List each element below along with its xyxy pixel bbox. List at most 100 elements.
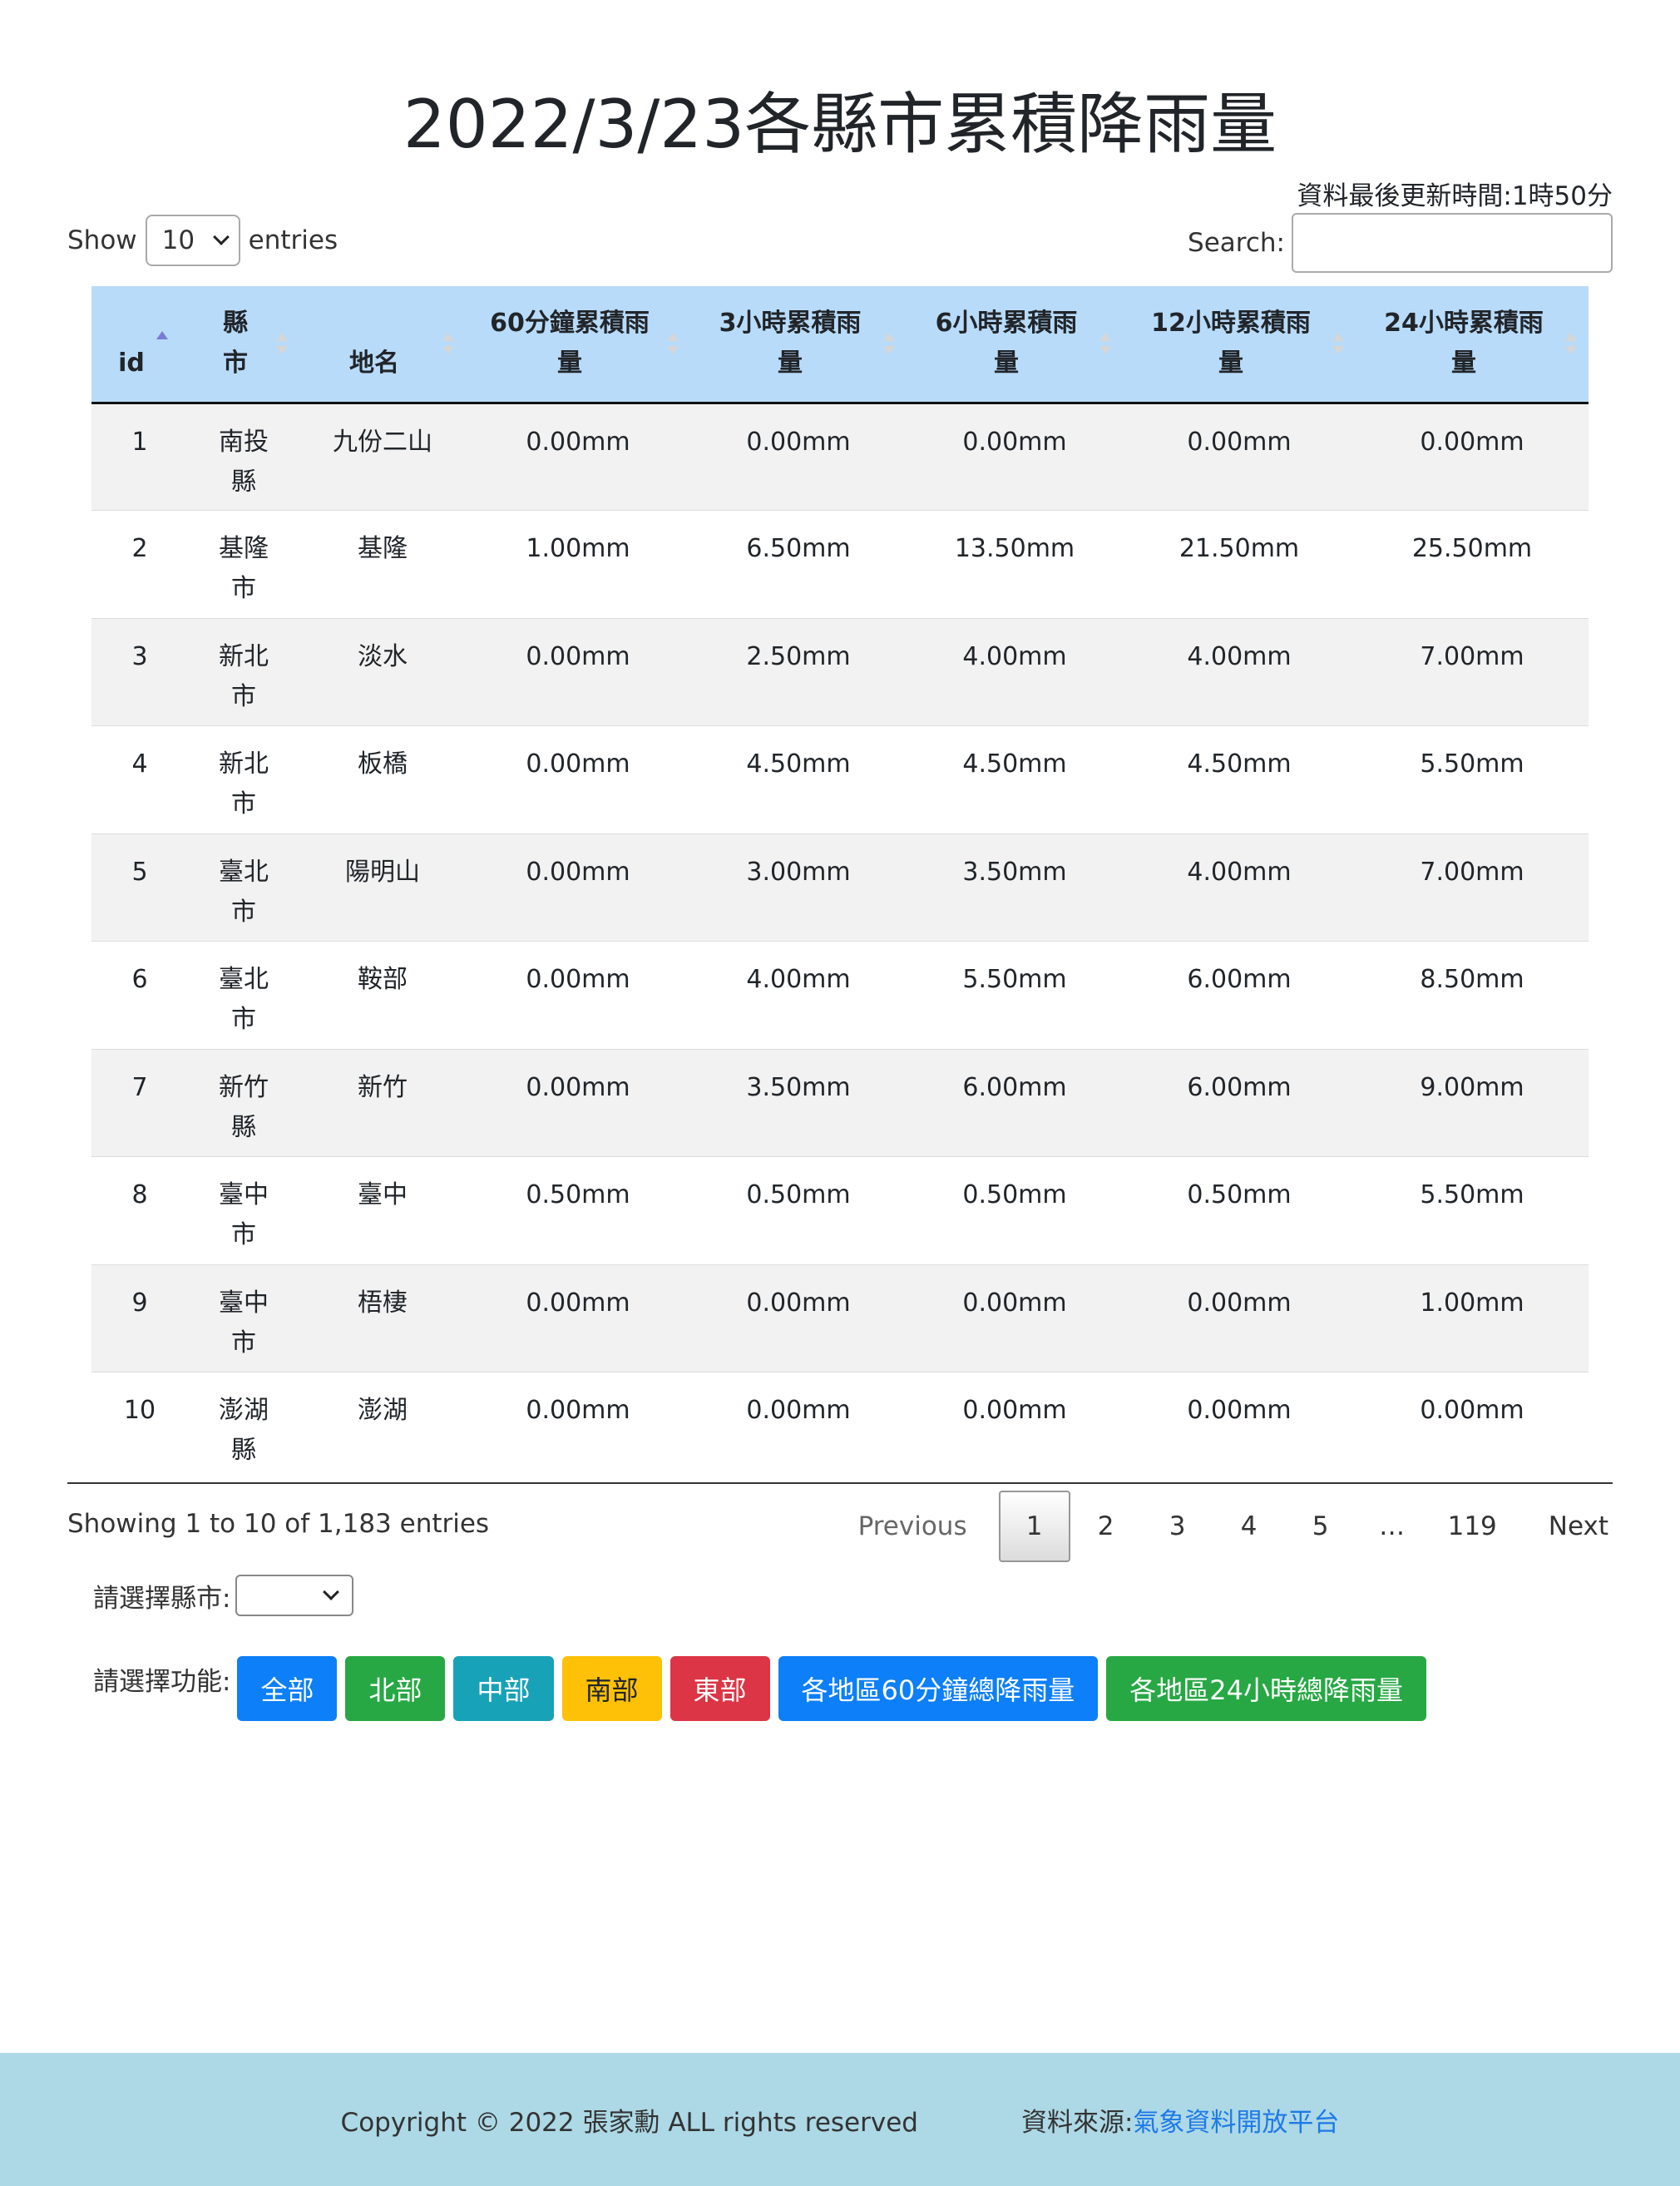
cell-h24: 7.00mm [1420, 641, 1524, 671]
entries-label: entries [248, 225, 338, 255]
data-source-link[interactable]: 氣象資料開放平台 [1133, 2101, 1339, 2139]
table-row: 1 南投縣 九份二山 0.00mm 0.00mm 0.00mm 0.00mm 0.00mm [91, 403, 1589, 511]
cell-city: 臺中市 [188, 1157, 299, 1265]
cell-place: 九份二山 [333, 427, 432, 457]
previous-page-button[interactable]: Previous [838, 1491, 987, 1562]
cell-place: 基隆 [358, 534, 408, 563]
column-header-place[interactable]: 地名 [299, 286, 466, 404]
cell-h3: 0.50mm [746, 1180, 851, 1209]
column-header-line1: 60分鐘累積雨 [490, 308, 650, 338]
function-button-60min-total[interactable]: 各地區60分鐘總降雨量 [778, 1656, 1099, 1721]
cell-city: 臺中市 [188, 1264, 299, 1372]
table-row: 2 基隆市基隆 1.00mm 6.50mm 13.50mm 21.50mm 25.50mm [91, 510, 1589, 619]
entries-length-control: Show 10 entries [67, 213, 338, 268]
cell-city: 新北市 [188, 726, 299, 834]
cell-city-part: 市 [231, 789, 256, 819]
entries-length-value: 10 [161, 225, 195, 255]
column-header-line1: 12小時累積雨 [1151, 308, 1311, 338]
column-header-3hr[interactable]: 3小時累積雨量 [690, 286, 907, 404]
function-button-north[interactable]: 北部 [345, 1656, 446, 1721]
function-button-central[interactable]: 中部 [453, 1656, 554, 1721]
cell-h24: 8.50mm [1420, 965, 1524, 994]
cell-h3: 3.50mm [746, 1072, 851, 1102]
cell-h24: 0.00mm [1420, 427, 1524, 457]
cell-id: 1 [131, 427, 148, 457]
cell-id: 6 [131, 965, 148, 994]
city-select[interactable] [235, 1575, 354, 1616]
cell-city-part: 市 [231, 897, 256, 927]
cell-h3: 0.00mm [746, 1288, 851, 1318]
cell-city: 臺北市 [188, 833, 299, 942]
copyright-text: Copyright © 2022 張家勳 ALL rights reserved [340, 2107, 918, 2138]
show-label: Show [67, 225, 137, 255]
cell-city-part: 臺北 [219, 857, 269, 887]
function-button-24hr-total[interactable]: 各地區24小時總降雨量 [1106, 1656, 1426, 1721]
table-bottom-border [67, 1482, 1613, 1484]
column-header-city[interactable]: 縣市 [188, 286, 299, 404]
table-row: 7 新竹縣新竹 0.00mm 3.50mm 6.00mm 6.00mm 9.00mm [91, 1049, 1589, 1157]
cell-h3: 0.00mm [746, 427, 851, 457]
cell-h6: 6.00mm [962, 1072, 1067, 1102]
cell-city-part: 新北 [219, 641, 269, 671]
cell-place: 淡水 [358, 641, 408, 671]
cell-m60: 0.50mm [526, 1180, 630, 1209]
cell-h6: 0.00mm [962, 1288, 1067, 1318]
sort-ascending-icon [156, 331, 168, 356]
column-header-line2: 市 [223, 348, 248, 378]
table-row: 3 新北市 淡水 0.00mm 2.50mm 4.00mm 4.00mm 7.00mm [91, 618, 1589, 726]
cell-m60: 0.00mm [526, 641, 630, 671]
column-header-60min[interactable]: 60分鐘累積雨量 [466, 286, 690, 404]
page-title: 2022/3/23各縣市累積降雨量 [403, 86, 1277, 163]
cell-h3: 0.00mm [746, 1396, 851, 1425]
column-header-line2: 量 [778, 348, 803, 378]
function-button-east[interactable]: 東部 [670, 1656, 770, 1721]
next-page-button[interactable]: Next [1529, 1491, 1628, 1562]
cell-id: 8 [131, 1180, 148, 1209]
cell-h6: 13.50mm [954, 534, 1075, 563]
search-input[interactable] [1292, 213, 1613, 273]
cell-place: 鞍部 [358, 965, 408, 994]
cell-h12: 4.50mm [1187, 749, 1292, 779]
page-button[interactable]: 2 [1070, 1491, 1142, 1562]
cell-place: 新竹 [358, 1072, 408, 1102]
cell-place: 板橋 [358, 749, 408, 779]
cell-h12: 6.00mm [1187, 965, 1292, 994]
column-header-id[interactable]: id [91, 286, 188, 404]
cell-id: 7 [131, 1072, 148, 1102]
column-header-12hr[interactable]: 12小時累積雨量 [1123, 286, 1356, 404]
table-body: 1 南投縣 九份二山 0.00mm 0.00mm 0.00mm 0.00mm 0.00mm 2 基… [91, 403, 1589, 1480]
cell-city: 臺北市 [188, 942, 299, 1050]
pagination: Previous 1 2 3 4 5 … 119 Next [838, 1491, 1628, 1562]
cell-city: 南投縣 [188, 403, 299, 511]
cell-place: 陽明山 [345, 857, 420, 887]
cell-id: 2 [131, 534, 148, 563]
cell-h12: 0.00mm [1187, 1396, 1292, 1425]
cell-id: 4 [131, 749, 148, 779]
table-row: 5 臺北市 陽明山 0.00mm 3.00mm 3.50mm 4.00mm 7.00mm [91, 833, 1589, 942]
cell-h3: 6.50mm [746, 534, 851, 563]
cell-id: 10 [123, 1396, 156, 1425]
table-row: 10 澎湖縣澎湖 0.00mm 0.00mm 0.00mm 0.00mm 0.00mm [91, 1372, 1589, 1481]
column-header-24hr[interactable]: 24小時累積雨量 [1356, 286, 1589, 404]
cell-city-part: 市 [231, 681, 256, 711]
function-button-all[interactable]: 全部 [237, 1656, 338, 1721]
last-update-time: 資料最後更新時間:1時50分 [1297, 181, 1613, 211]
cell-m60: 0.00mm [526, 749, 630, 779]
page-button[interactable]: 4 [1213, 1491, 1285, 1562]
cell-m60: 0.00mm [526, 1288, 630, 1318]
function-button-south[interactable]: 南部 [561, 1656, 662, 1721]
cell-city: 新北市 [188, 618, 299, 726]
page-button[interactable]: 5 [1285, 1491, 1356, 1562]
cell-h12: 4.00mm [1187, 857, 1292, 887]
column-header-6hr[interactable]: 6小時累積雨量 [907, 286, 1123, 404]
cell-h24: 7.00mm [1420, 857, 1524, 887]
entries-length-select[interactable]: 10 [145, 215, 240, 266]
sort-both-icon [883, 333, 895, 358]
page-button[interactable]: 3 [1142, 1491, 1213, 1562]
cell-place: 梧棲 [358, 1288, 408, 1318]
page-button[interactable]: 1 [998, 1491, 1070, 1562]
page-button[interactable]: 119 [1428, 1491, 1517, 1562]
chevron-down-icon [212, 229, 230, 245]
cell-city-part: 縣 [231, 1112, 256, 1142]
cell-m60: 0.00mm [526, 965, 630, 994]
